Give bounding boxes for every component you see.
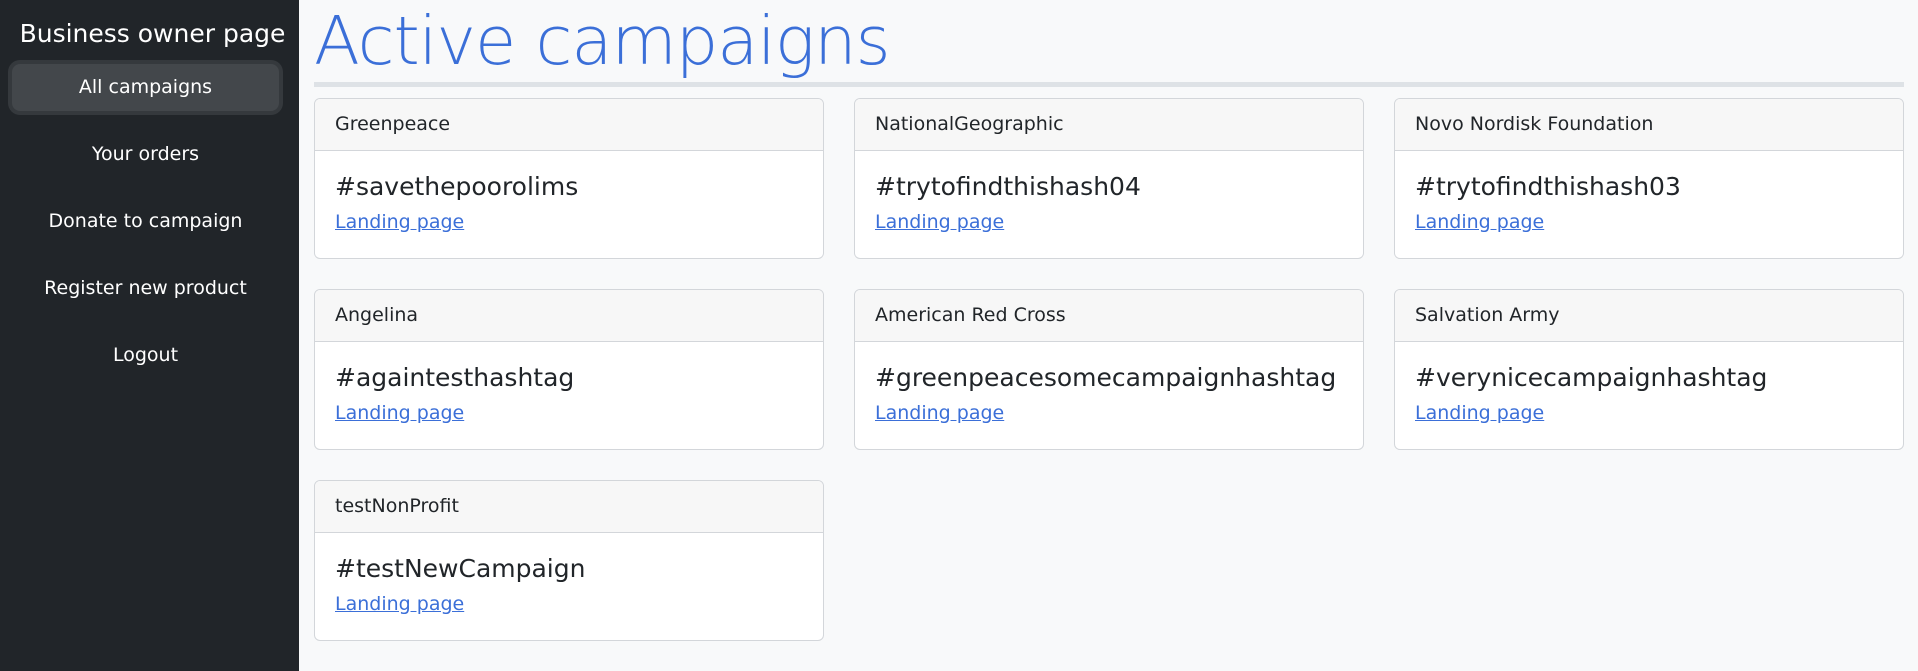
campaign-card: Novo Nordisk Foundation #trytofindthisha… xyxy=(1394,98,1904,259)
landing-page-link[interactable]: Landing page xyxy=(1415,402,1544,424)
campaign-hashtag: #trytofindthishash04 xyxy=(875,172,1141,201)
landing-page-link[interactable]: Landing page xyxy=(335,402,464,424)
sidebar-nav: All campaigns Your orders Donate to camp… xyxy=(0,64,299,382)
sidebar-item-register-new-product[interactable]: Register new product xyxy=(8,262,283,315)
app-layout: Business owner page All campaigns Your o… xyxy=(0,0,1918,671)
campaign-hashtag: #savethepoorolims xyxy=(335,172,579,201)
campaign-hashtag: #verynicecampaignhashtag xyxy=(1415,363,1768,392)
campaign-hashtag: #greenpeacesomecampaignhashtag xyxy=(875,363,1337,392)
campaign-card: NationalGeographic #trytofindthishash04 … xyxy=(854,98,1364,259)
campaign-organization: Salvation Army xyxy=(1395,290,1903,342)
campaign-card-body: #greenpeacesomecampaignhashtag Landing p… xyxy=(855,342,1363,424)
campaign-organization: testNonProfit xyxy=(315,481,823,533)
campaign-card-body: #trytofindthishash03 Landing page xyxy=(1395,151,1903,233)
campaign-card: Salvation Army #verynicecampaignhashtag … xyxy=(1394,289,1904,450)
sidebar-item-all-campaigns[interactable]: All campaigns xyxy=(12,64,279,111)
campaign-hashtag: #trytofindthishash03 xyxy=(1415,172,1681,201)
campaign-organization: NationalGeographic xyxy=(855,99,1363,151)
landing-page-link[interactable]: Landing page xyxy=(1415,211,1544,233)
sidebar-item-donate-to-campaign[interactable]: Donate to campaign xyxy=(8,195,283,248)
sidebar-item-your-orders[interactable]: Your orders xyxy=(8,128,283,181)
sidebar-title: Business owner page xyxy=(19,19,286,48)
page-title: Active campaigns xyxy=(314,0,1904,87)
campaign-hashtag: #testNewCampaign xyxy=(335,554,586,583)
main-content: Active campaigns Greenpeace #savethepoor… xyxy=(299,0,1918,671)
landing-page-link[interactable]: Landing page xyxy=(335,211,464,233)
campaign-card-body: #trytofindthishash04 Landing page xyxy=(855,151,1363,233)
campaign-hashtag: #againtesthashtag xyxy=(335,363,575,392)
landing-page-link[interactable]: Landing page xyxy=(875,402,1004,424)
campaign-organization: American Red Cross xyxy=(855,290,1363,342)
campaign-card: American Red Cross #greenpeacesomecampai… xyxy=(854,289,1364,450)
campaign-card-body: #againtesthashtag Landing page xyxy=(315,342,823,424)
sidebar-item-logout[interactable]: Logout xyxy=(8,329,283,382)
campaign-organization: Greenpeace xyxy=(315,99,823,151)
landing-page-link[interactable]: Landing page xyxy=(875,211,1004,233)
sidebar: Business owner page All campaigns Your o… xyxy=(0,0,299,671)
landing-page-link[interactable]: Landing page xyxy=(335,593,464,615)
campaign-card: Greenpeace #savethepoorolims Landing pag… xyxy=(314,98,824,259)
campaign-card-body: #savethepoorolims Landing page xyxy=(315,151,823,233)
campaign-card: Angelina #againtesthashtag Landing page xyxy=(314,289,824,450)
campaign-card-body: #testNewCampaign Landing page xyxy=(315,533,823,615)
campaign-card-body: #verynicecampaignhashtag Landing page xyxy=(1395,342,1903,424)
campaign-organization: Novo Nordisk Foundation xyxy=(1395,99,1903,151)
campaign-grid: Greenpeace #savethepoorolims Landing pag… xyxy=(314,98,1904,641)
campaign-card: testNonProfit #testNewCampaign Landing p… xyxy=(314,480,824,641)
campaign-organization: Angelina xyxy=(315,290,823,342)
